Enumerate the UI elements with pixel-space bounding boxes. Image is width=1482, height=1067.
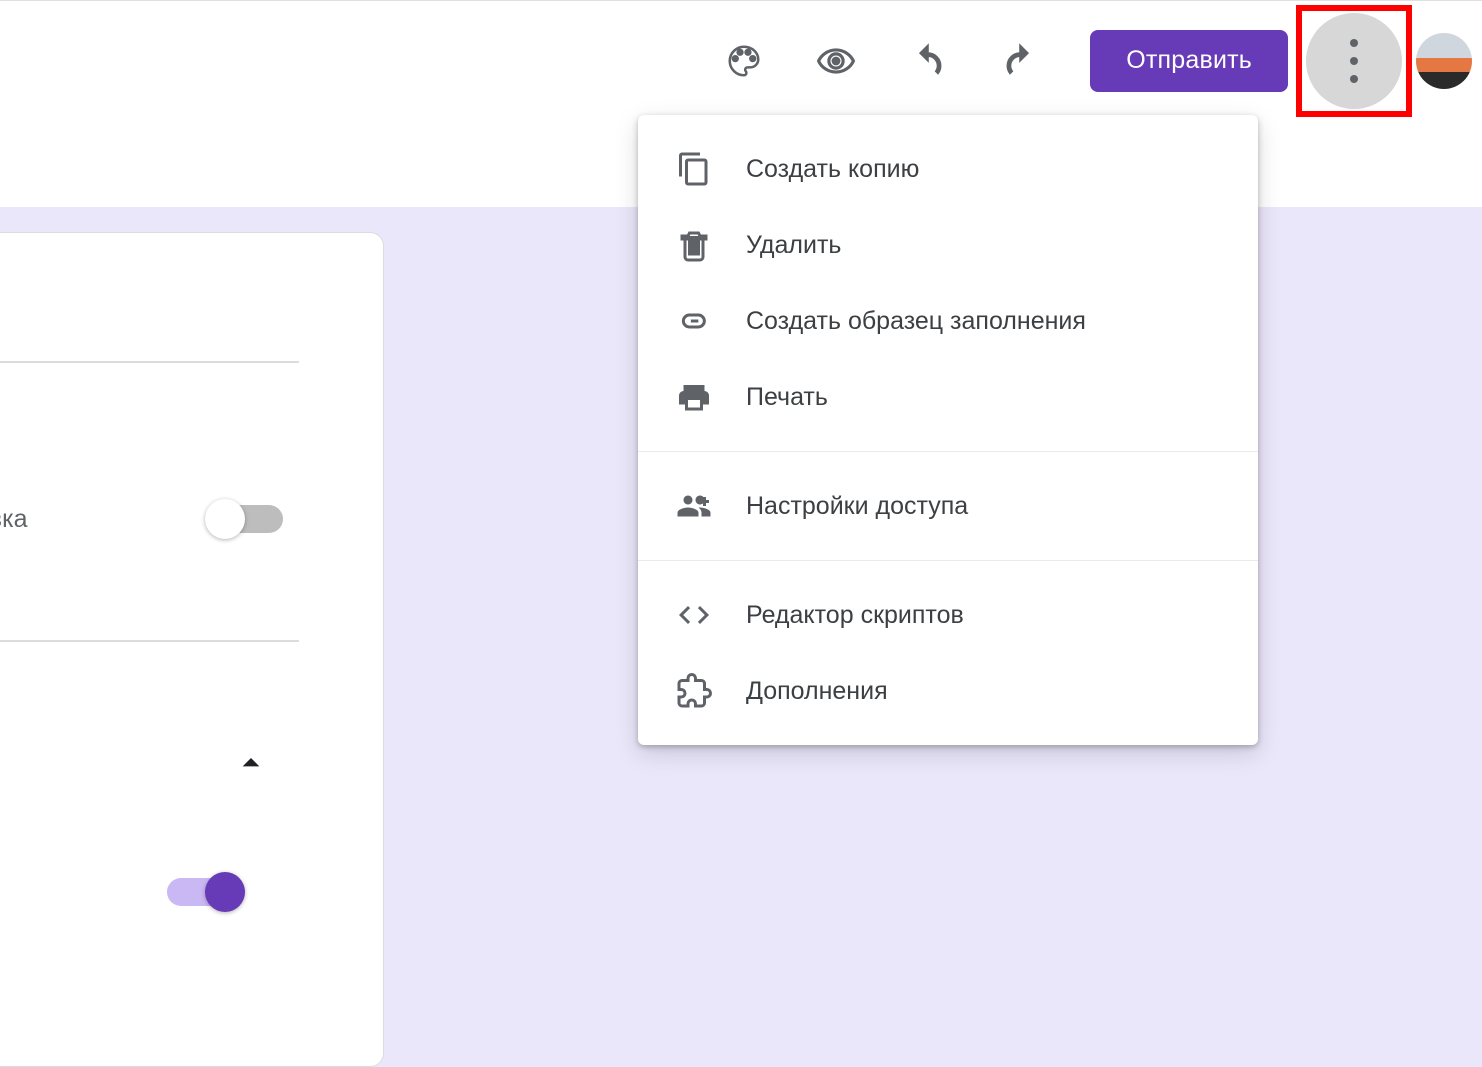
setting-label-fragment: равка bbox=[0, 505, 27, 534]
menu-divider bbox=[638, 451, 1258, 452]
settings-card: равка bbox=[0, 232, 384, 1067]
eye-icon[interactable] bbox=[806, 31, 866, 91]
code-icon bbox=[674, 595, 714, 635]
palette-icon[interactable] bbox=[714, 31, 774, 91]
link-icon bbox=[674, 301, 714, 341]
trash-icon bbox=[674, 225, 714, 265]
more-button-highlight bbox=[1296, 5, 1412, 117]
menu-item-print[interactable]: Печать bbox=[638, 359, 1258, 435]
setting-row: равка bbox=[0, 489, 299, 549]
more-options-button[interactable] bbox=[1306, 13, 1402, 109]
people-icon bbox=[674, 486, 714, 526]
menu-item-label: Дополнения bbox=[746, 677, 888, 706]
account-avatar[interactable] bbox=[1416, 33, 1472, 89]
menu-item-script-editor[interactable]: Редактор скриптов bbox=[638, 577, 1258, 653]
menu-item-make-copy[interactable]: Создать копию bbox=[638, 131, 1258, 207]
redo-icon[interactable] bbox=[990, 31, 1050, 91]
menu-item-prefilled-link[interactable]: Создать образец заполнения bbox=[638, 283, 1258, 359]
menu-divider bbox=[638, 560, 1258, 561]
menu-item-label: Печать bbox=[746, 383, 828, 412]
divider bbox=[0, 640, 299, 642]
menu-item-label: Редактор скриптов bbox=[746, 601, 964, 630]
menu-item-delete[interactable]: Удалить bbox=[638, 207, 1258, 283]
more-options-menu: Создать копию Удалить Создать образец за… bbox=[638, 115, 1258, 745]
copy-icon bbox=[674, 149, 714, 189]
menu-item-addons[interactable]: Дополнения bbox=[638, 653, 1258, 729]
top-toolbar: Отправить bbox=[0, 0, 1482, 120]
menu-item-label: Настройки доступа bbox=[746, 492, 968, 521]
print-icon bbox=[674, 377, 714, 417]
toggle-switch[interactable] bbox=[211, 505, 283, 533]
menu-item-label: Создать образец заполнения bbox=[746, 307, 1086, 336]
menu-item-sharing-settings[interactable]: Настройки доступа bbox=[638, 468, 1258, 544]
send-button[interactable]: Отправить bbox=[1090, 30, 1288, 92]
divider bbox=[0, 361, 299, 363]
menu-item-label: Создать копию bbox=[746, 155, 919, 184]
chevron-up-icon[interactable] bbox=[231, 743, 271, 788]
undo-icon[interactable] bbox=[898, 31, 958, 91]
menu-item-label: Удалить bbox=[746, 231, 841, 260]
puzzle-icon bbox=[674, 671, 714, 711]
toggle-switch[interactable] bbox=[167, 878, 239, 906]
